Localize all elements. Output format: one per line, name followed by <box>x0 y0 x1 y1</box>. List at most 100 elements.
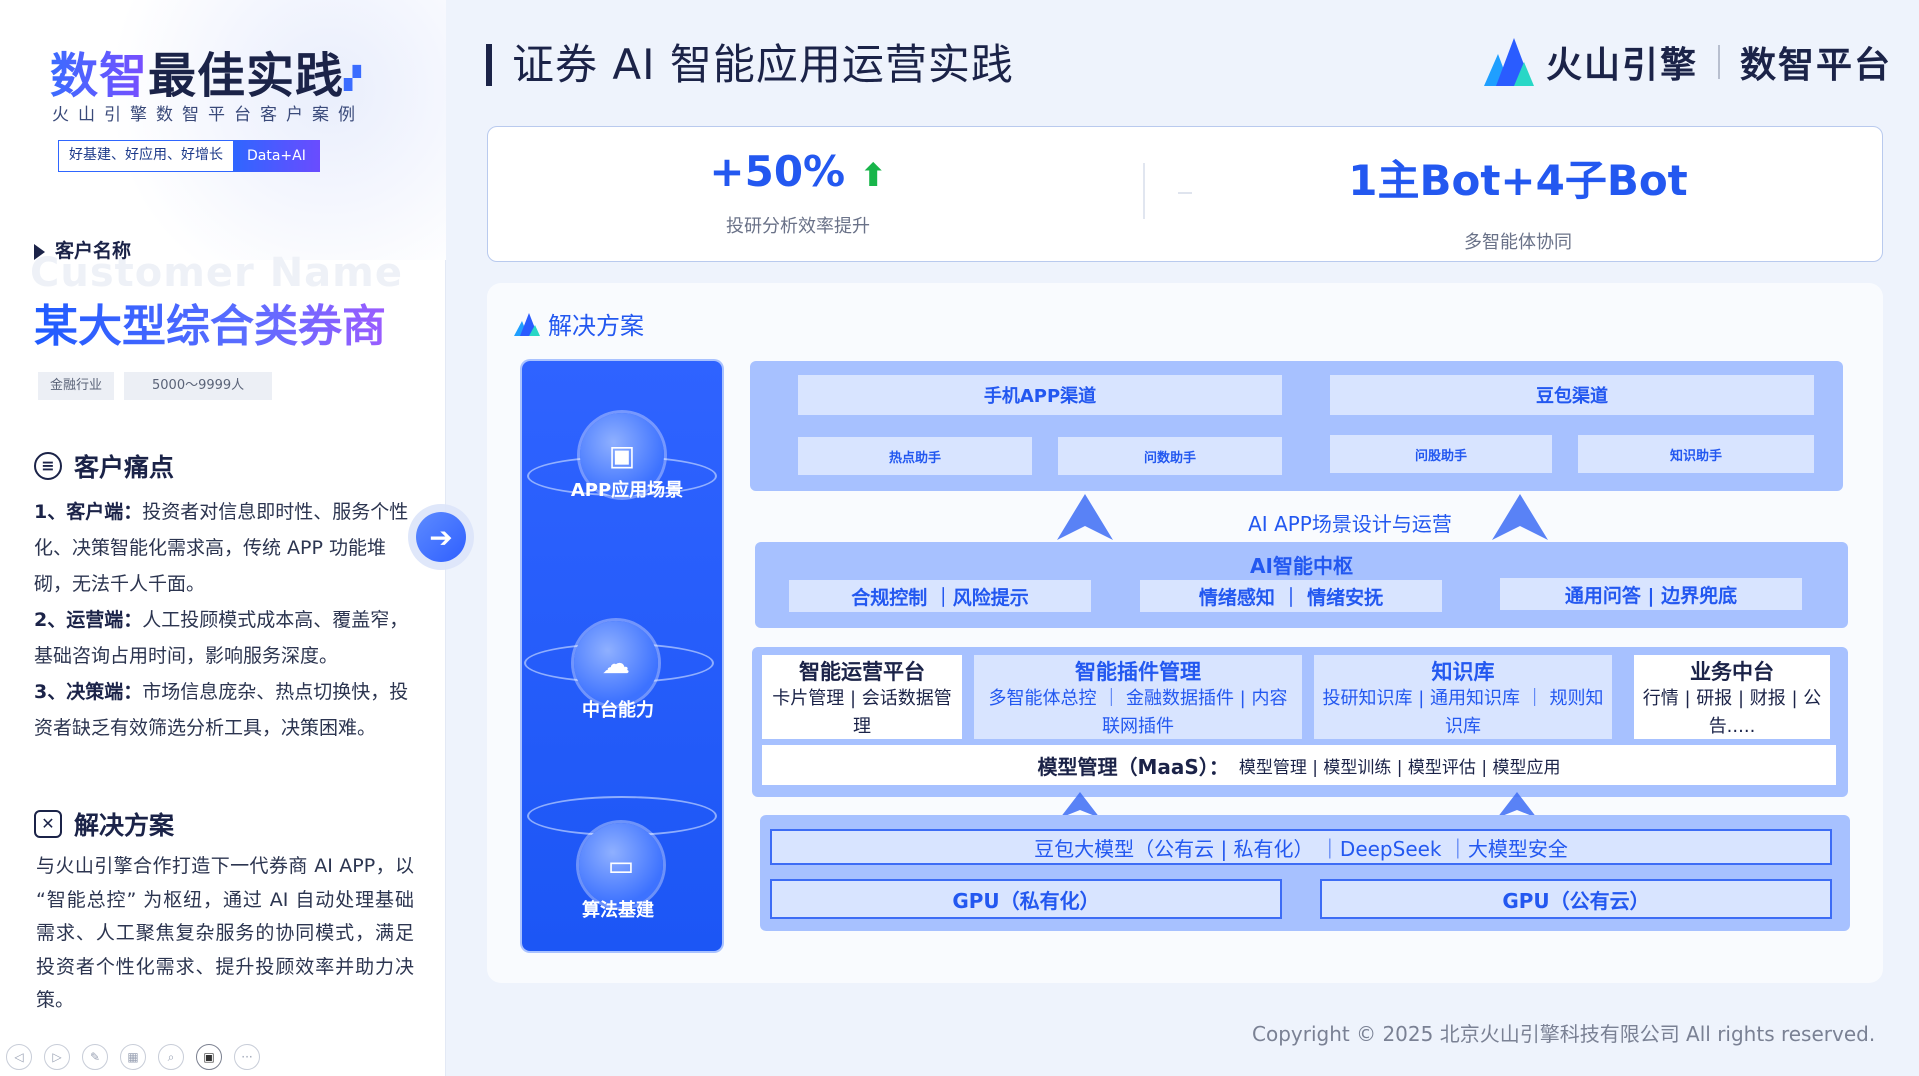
pain-item: 3、决策端：市场信息庞杂、热点切换快，投资者缺乏有效筛选分析工具，决策困难。 <box>34 674 414 746</box>
capability-column: ▣ APP应用场景 ☁ 中台能力 ▭ 算法基建 <box>522 361 722 951</box>
brand-subtitle: 火山引擎数智平台客户案例 <box>52 105 364 125</box>
customer-chips: 金融行业 5000～9999人 <box>38 372 273 400</box>
logo-product: 数智平台 <box>1740 45 1893 86</box>
hub-compliance: 合规控制 ｜风险提示 <box>789 580 1091 612</box>
hub-qa: 通用问答 | 边界兜底 <box>1500 578 1802 610</box>
tag-row: 好基建、好应用、好增长 Data+AI <box>58 140 320 172</box>
prev-icon[interactable]: ◁ <box>6 1044 32 1070</box>
zoom-icon[interactable]: ⌕ <box>158 1044 184 1070</box>
stat-value-text: +50% <box>709 147 846 196</box>
next-icon[interactable]: ▷ <box>44 1044 70 1070</box>
platform-knowledge: 知识库 投研知识库 | 通用知识库 ｜ 规则知识库 <box>1314 655 1612 739</box>
pain-key: 3、决策端： <box>34 681 143 703</box>
column-label-app: APP应用场景 <box>570 480 684 501</box>
assistant-stock: 问股助手 <box>1330 435 1552 473</box>
scene-label: AI APP场景设计与运营 <box>1248 512 1452 536</box>
platform-ops: 智能运营平台 卡片管理 | 会话数据管理 <box>762 655 962 739</box>
pain-item: 2、运营端：人工投顾模式成本高、覆盖窄，基础咨询占用时间，影响服务深度。 <box>34 602 414 674</box>
stat-value: +50% ⬆ <box>638 147 958 196</box>
channel-doubao: 豆包渠道 <box>1330 375 1814 415</box>
monitor-chart-icon: ▭ <box>579 823 663 907</box>
platform-layer: 智能运营平台 卡片管理 | 会话数据管理 智能插件管理 多智能体总控 ｜ 金融数… <box>752 647 1848 797</box>
column-label-platform: 中台能力 <box>582 700 654 721</box>
platform-ops-desc: 卡片管理 | 会话数据管理 <box>772 688 952 737</box>
slogan-tag: 好基建、好应用、好增长 <box>58 140 233 172</box>
column-label-infra: 算法基建 <box>582 900 654 921</box>
assistant-knowledge: 知识助手 <box>1578 435 1814 473</box>
stats-dash <box>1178 192 1192 194</box>
copyright: Copyright © 2025 北京火山引擎科技有限公司 All rights… <box>1252 1022 1876 1046</box>
presentation-toolbar: ◁ ▷ ✎ ▦ ⌕ ▣ ··· <box>6 1044 260 1070</box>
stat-value: 1主Bot+4子Bot <box>1348 156 1688 205</box>
more-icon[interactable]: ··· <box>234 1044 260 1070</box>
list-circle-icon: ≡ <box>34 452 62 480</box>
assistant-data: 问数助手 <box>1058 437 1282 475</box>
camera-icon[interactable]: ▣ <box>196 1044 222 1070</box>
platform-plugins-title: 智能插件管理 <box>1075 660 1201 684</box>
logo-name: 火山引擎 <box>1546 45 1699 86</box>
customer-name: 某大型综合类券商 <box>34 290 386 354</box>
model-row: 豆包大模型（公有云 | 私有化） ｜DeepSeek ｜大模型安全 <box>770 829 1832 865</box>
maas-items: 模型管理 | 模型训练 | 模型评估 | 模型应用 <box>1238 757 1561 778</box>
platform-knowledge-desc: 投研知识库 | 通用知识库 ｜ 规则知识库 <box>1322 688 1604 737</box>
volcano-mark-icon <box>514 312 540 336</box>
volcano-logo: 火山引擎 数智平台 <box>1484 36 1892 88</box>
pain-item: 1、客户端：投资者对信息即时性、服务个性化、决策智能化需求高，传统 APP 功能… <box>34 494 414 602</box>
logo-divider <box>1718 45 1721 79</box>
brand-title: 数智最佳实践▞ <box>50 36 362 106</box>
chevron-up-icon <box>1057 494 1113 540</box>
stats-card: +50% ⬆ 投研分析效率提升 1主Bot+4子Bot 多智能体协同 <box>487 126 1883 262</box>
stat-label: 多智能体协同 <box>1464 232 1572 253</box>
triangle-icon <box>34 243 45 260</box>
solution-heading: ✕ 解决方案 <box>34 806 174 842</box>
customer-label-text: 客户名称 <box>55 240 132 262</box>
solution-title-left: 解决方案 <box>74 811 175 840</box>
maas-label: 模型管理（MaaS）： <box>1037 754 1229 779</box>
channel-app: 手机APP渠道 <box>798 375 1282 415</box>
pain-key: 1、客户端： <box>34 501 143 523</box>
data-ai-tag: Data+AI <box>233 140 320 172</box>
arrow-right-icon[interactable]: ➔ <box>416 512 466 562</box>
slides-icon[interactable]: ▦ <box>120 1044 146 1070</box>
brand-title-highlight: 数智 <box>50 48 149 104</box>
solution-heading-main: 解决方案 <box>514 306 644 341</box>
pain-points: 1、客户端：投资者对信息即时性、服务个性化、决策智能化需求高，传统 APP 功能… <box>34 494 414 746</box>
hub-emotion: 情绪感知 ｜ 情绪安抚 <box>1140 580 1442 612</box>
volcano-mountain-icon <box>1484 38 1534 86</box>
platform-ops-title: 智能运营平台 <box>799 660 925 684</box>
solution-description: 与火山引擎合作打造下一代券商 AI APP，以 “智能总控” 为枢纽，通过 AI… <box>36 855 414 1011</box>
pain-heading: ≡ 客户痛点 <box>34 448 174 484</box>
stat-label: 投研分析效率提升 <box>726 216 870 237</box>
stats-divider <box>1143 163 1145 219</box>
platform-business-title: 业务中台 <box>1690 660 1774 684</box>
gpu-public: GPU（公有云） <box>1320 879 1832 919</box>
case-sidebar: 数智最佳实践▞ 火山引擎数智平台客户案例 好基建、好应用、好增长 Data+AI… <box>0 0 446 1076</box>
ai-hub-title: AI智能中枢 <box>1250 554 1353 578</box>
size-chip: 5000～9999人 <box>124 372 273 400</box>
platform-knowledge-title: 知识库 <box>1431 660 1495 684</box>
pain-key: 2、运营端： <box>34 609 143 631</box>
arrow-up-icon: ⬆ <box>859 156 887 194</box>
assistant-hotspot: 热点助手 <box>798 437 1032 475</box>
industry-chip: 金融行业 <box>38 372 115 400</box>
ai-hub-layer: AI智能中枢 合规控制 ｜风险提示 情绪感知 ｜ 情绪安抚 通用问答 | 边界兜… <box>755 542 1848 628</box>
stat-efficiency: +50% ⬆ 投研分析效率提升 <box>638 127 958 263</box>
platform-plugins: 智能插件管理 多智能体总控 ｜ 金融数据插件 | 内容联网插件 <box>974 655 1302 739</box>
infra-layer: 豆包大模型（公有云 | 私有化） ｜DeepSeek ｜大模型安全 GPU（私有… <box>760 815 1850 931</box>
brand-title-text: 最佳实践 <box>148 48 345 104</box>
grid-x-icon: ✕ <box>34 810 62 838</box>
page-title: 证券 AI 智能应用运营实践 <box>486 44 1014 86</box>
platform-plugins-desc: 多智能体总控 ｜ 金融数据插件 | 内容联网插件 <box>988 688 1288 737</box>
pen-icon[interactable]: ✎ <box>82 1044 108 1070</box>
channel-layer: 手机APP渠道 豆包渠道 热点助手 问数助手 问股助手 知识助手 <box>750 361 1843 491</box>
cloud-network-icon: ☁ <box>574 621 658 705</box>
solution-title: 解决方案 <box>548 312 644 340</box>
customer-label: 客户名称 <box>34 236 131 263</box>
platform-business: 业务中台 行情 | 研报 | 财报 | 公告..... <box>1634 655 1830 739</box>
gpu-private: GPU（私有化） <box>770 879 1282 919</box>
maas-row: 模型管理（MaaS）： 模型管理 | 模型训练 | 模型评估 | 模型应用 <box>762 745 1836 785</box>
stat-bots: 1主Bot+4子Bot 多智能体协同 <box>1268 127 1768 263</box>
pixel-dots-icon: ▞ <box>344 66 362 92</box>
platform-business-desc: 行情 | 研报 | 财报 | 公告..... <box>1642 688 1822 737</box>
pain-title: 客户痛点 <box>74 453 175 482</box>
